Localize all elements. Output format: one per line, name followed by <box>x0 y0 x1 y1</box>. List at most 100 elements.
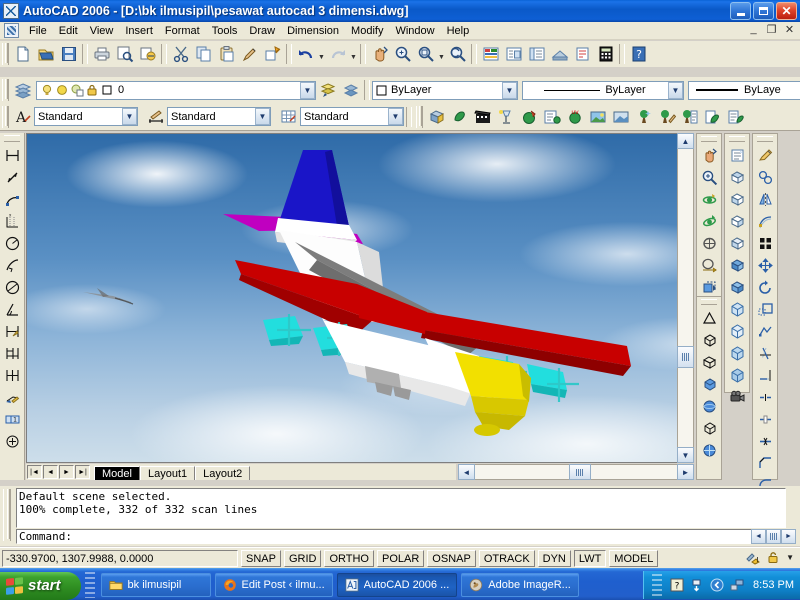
paste-icon[interactable] <box>215 43 238 65</box>
table-style-icon[interactable] <box>277 106 300 128</box>
jogged-dimension-icon[interactable] <box>1 254 24 276</box>
undo-icon[interactable] <box>294 43 317 65</box>
quick-leader-icon[interactable] <box>1 386 24 408</box>
mirror-icon[interactable] <box>754 188 777 210</box>
scenes-icon[interactable] <box>471 106 494 128</box>
dimension-style-combo[interactable]: Standard ▼ <box>167 107 271 126</box>
fog-icon[interactable] <box>609 106 632 128</box>
right-view-icon[interactable] <box>726 232 749 254</box>
properties-icon[interactable] <box>479 43 502 65</box>
toolbar-grip[interactable] <box>729 136 745 142</box>
command-scroll-left-button[interactable]: ◄ <box>751 529 766 544</box>
extend-icon[interactable] <box>754 364 777 386</box>
status-toggle-model[interactable]: MODEL <box>609 549 659 567</box>
scroll-down-button[interactable]: ▼ <box>677 447 694 463</box>
menu-tools[interactable]: Tools <box>206 23 244 39</box>
menu-window[interactable]: Window <box>389 23 440 39</box>
landscape-library-icon[interactable] <box>678 106 701 128</box>
toolbar-grip[interactable] <box>2 105 9 128</box>
polysolid-icon[interactable] <box>698 307 721 329</box>
chamfer-icon[interactable] <box>754 452 777 474</box>
aligned-dimension-icon[interactable] <box>1 166 24 188</box>
toolbar-grip[interactable] <box>701 136 717 142</box>
background-icon[interactable] <box>586 106 609 128</box>
quick-dimension-icon[interactable] <box>1 320 24 342</box>
new-file-icon[interactable] <box>11 43 34 65</box>
toolbar-grip[interactable] <box>2 43 9 65</box>
command-scroll-buttons[interactable]: ◄ ► <box>751 529 797 544</box>
status-toggle-otrack[interactable]: OTRACK <box>478 549 535 567</box>
taskbar-clock[interactable]: 8:53 PM <box>753 579 794 591</box>
nw-isometric-icon[interactable] <box>726 364 749 386</box>
undo-dropdown-icon[interactable]: ▼ <box>317 43 326 65</box>
render-icon[interactable] <box>448 106 471 128</box>
menu-insert[interactable]: Insert <box>119 23 159 39</box>
continue-dimension-icon[interactable] <box>1 364 24 386</box>
linetype-combo[interactable]: ByLayer ▼ <box>522 80 684 100</box>
close-button[interactable]: ✕ <box>776 2 797 20</box>
text-style-combo[interactable]: Standard ▼ <box>34 107 138 126</box>
chevron-down-icon[interactable]: ▼ <box>122 108 137 125</box>
save-icon[interactable] <box>57 43 80 65</box>
materials-icon[interactable] <box>517 106 540 128</box>
landscape-new-icon[interactable] <box>632 106 655 128</box>
top-view-icon[interactable] <box>726 166 749 188</box>
menu-file[interactable]: File <box>23 23 53 39</box>
publish-icon[interactable] <box>136 43 159 65</box>
redo-icon[interactable] <box>326 43 349 65</box>
toolbar-grip[interactable] <box>757 136 773 142</box>
show-hidden-icon[interactable] <box>710 578 724 592</box>
cylinder-icon[interactable] <box>698 417 721 439</box>
block-editor-icon[interactable] <box>261 43 284 65</box>
dimension-style-icon[interactable] <box>144 106 167 128</box>
first-tab-icon[interactable]: |◄ <box>27 465 42 479</box>
updates-tray-icon[interactable] <box>690 578 704 592</box>
3d-continuous-orbit-icon[interactable] <box>698 210 721 232</box>
wedge-icon[interactable] <box>698 351 721 373</box>
status-toggle-ortho[interactable]: ORTHO <box>324 549 374 567</box>
command-window-grip[interactable] <box>3 489 11 541</box>
front-view-icon[interactable] <box>726 254 749 276</box>
designcenter-icon[interactable] <box>502 43 525 65</box>
zoom-realtime-icon[interactable] <box>391 43 414 65</box>
scroll-up-button[interactable]: ▲ <box>677 133 694 149</box>
match-properties-icon[interactable] <box>238 43 261 65</box>
erase-icon[interactable] <box>754 144 777 166</box>
toolbar-lock-icon[interactable] <box>766 550 781 565</box>
bottom-view-icon[interactable] <box>726 188 749 210</box>
quickcalc-icon[interactable] <box>594 43 617 65</box>
3d-clip-icon[interactable] <box>698 276 721 298</box>
chevron-down-icon[interactable]: ▼ <box>388 108 403 125</box>
copy-icon[interactable] <box>754 166 777 188</box>
lights-icon[interactable] <box>494 106 517 128</box>
menu-modify[interactable]: Modify <box>345 23 389 39</box>
status-toggle-lwt[interactable]: LWT <box>573 549 607 567</box>
status-toggle-grid[interactable]: GRID <box>283 549 322 567</box>
layer-previous-icon[interactable] <box>339 79 362 101</box>
start-button[interactable]: start <box>0 571 81 600</box>
network-icon[interactable] <box>730 578 744 592</box>
command-scroll-right-button[interactable]: ► <box>781 529 796 544</box>
move-icon[interactable] <box>754 254 777 276</box>
center-mark-icon[interactable] <box>1 430 24 452</box>
layer-combo[interactable]: 0 ▼ <box>36 80 316 100</box>
3d-adjust-distance-icon[interactable] <box>698 254 721 276</box>
stretch-icon[interactable] <box>754 320 777 342</box>
landscape-edit-icon[interactable] <box>655 106 678 128</box>
sw-isometric-icon[interactable] <box>726 298 749 320</box>
text-style-icon[interactable]: A <box>11 106 34 128</box>
coordinate-display[interactable]: -330.9700, 1307.9988, 0.0000 <box>2 549 238 567</box>
toolbar-grip[interactable] <box>701 299 717 305</box>
render-toolbar-grip[interactable] <box>416 105 423 128</box>
hide-icon[interactable] <box>425 106 448 128</box>
maximize-button[interactable] <box>753 2 774 20</box>
status-toggle-snap[interactable]: SNAP <box>241 549 281 567</box>
minimize-button[interactable] <box>730 2 751 20</box>
markup-set-icon[interactable] <box>571 43 594 65</box>
ne-isometric-icon[interactable] <box>726 342 749 364</box>
cone-icon[interactable] <box>698 373 721 395</box>
help-icon[interactable]: ? <box>627 43 650 65</box>
last-tab-icon[interactable]: ►| <box>75 465 90 479</box>
array-icon[interactable] <box>754 232 777 254</box>
tray-grip[interactable] <box>652 574 663 596</box>
